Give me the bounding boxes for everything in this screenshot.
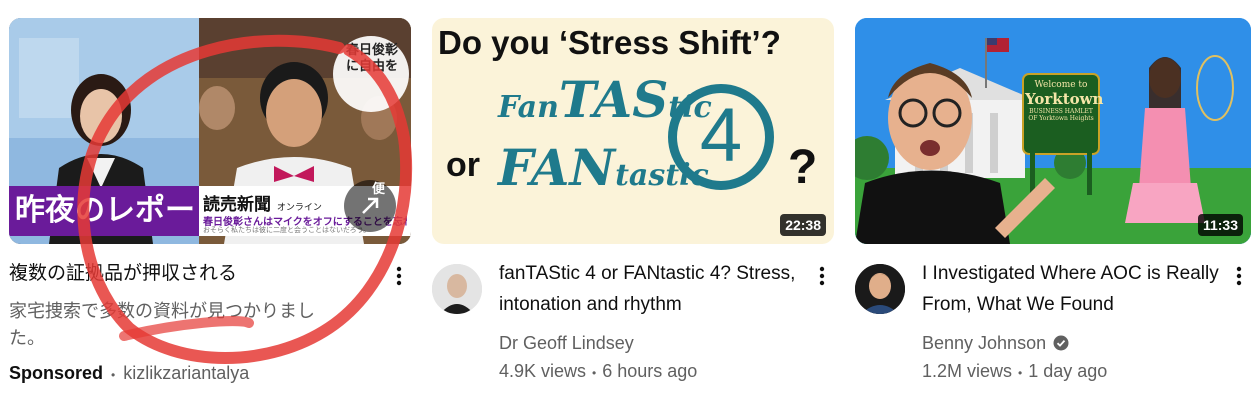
separator-dot: • xyxy=(592,366,597,380)
ad-open-link-button[interactable]: 便 xyxy=(344,180,396,232)
separator-dot: • xyxy=(1018,366,1023,380)
avatar-image xyxy=(432,264,482,314)
video-card[interactable]: Welcome to Yorktown BUSINESS HAMLET OF Y… xyxy=(855,18,1251,398)
thumb-word-or: or xyxy=(446,146,480,184)
channel-avatar[interactable] xyxy=(855,264,905,314)
more-actions-button[interactable] xyxy=(387,264,411,288)
open-in-new-icon xyxy=(362,197,379,214)
upload-age: 1 day ago xyxy=(1028,361,1108,381)
ad-thumbnail[interactable]: 春日俊彰に自由を 昨夜のレポー 読売新聞 オンライン 春日俊彰さんはマイクをオフ… xyxy=(9,18,411,244)
ad-thumb-news-logo: 読売新聞 xyxy=(203,195,271,215)
ad-title[interactable]: 複数の証拠品が押収される xyxy=(9,258,379,289)
video-stats: 1.2M views • 1 day ago xyxy=(922,357,1107,387)
sign-sub: BUSINESS HAMLET OF Yorktown Heights xyxy=(1028,108,1094,122)
thumb-number: 4 xyxy=(699,93,743,178)
kebab-menu-icon xyxy=(1236,266,1242,286)
video-thumbnail[interactable]: Do you ‘Stress Shift’? FanTAStic or FANt… xyxy=(432,18,834,244)
avatar-image xyxy=(855,264,905,314)
channel-name[interactable]: Dr Geoff Lindsey xyxy=(499,329,634,357)
ad-thumb-headline: 昨夜のレポー xyxy=(9,186,199,236)
video-title[interactable]: I Investigated Where AOC is Really From,… xyxy=(922,258,1222,320)
ad-thumb-button-text: 便 xyxy=(372,181,386,196)
sign-top: Welcome to xyxy=(1034,80,1088,90)
thumb-headline: Do you ‘Stress Shift’? xyxy=(438,24,781,61)
view-count: 1.2M views xyxy=(922,361,1013,381)
channel-avatar[interactable] xyxy=(432,264,482,314)
channel-line: Benny Johnson xyxy=(922,329,1069,357)
separator-dot: • xyxy=(111,368,116,382)
ad-card[interactable]: 春日俊彰に自由を 昨夜のレポー 読売新聞 オンライン 春日俊彰さんはマイクをオフ… xyxy=(9,18,413,398)
video-duration: 22:38 xyxy=(780,214,826,236)
ad-sponsor-line: Sponsored • kizlikzariantalya xyxy=(9,359,249,389)
kebab-menu-icon xyxy=(396,266,402,286)
advertiser-name[interactable]: kizlikzariantalya xyxy=(123,363,249,383)
more-actions-button[interactable] xyxy=(810,264,834,288)
video-thumbnail-art xyxy=(855,18,1251,244)
video-duration: 11:33 xyxy=(1197,214,1243,236)
ad-thumb-corner-text: 春日俊彰に自由を xyxy=(345,42,398,73)
thumb-number-circle: 4 xyxy=(668,84,774,190)
video-card[interactable]: Do you ‘Stress Shift’? FanTAStic or FANt… xyxy=(432,18,834,398)
sign-main: Yorktown xyxy=(1025,90,1104,108)
view-count: 4.9K views xyxy=(499,361,587,381)
kebab-menu-icon xyxy=(819,266,825,286)
ad-thumb-news-sub: オンライン xyxy=(276,203,322,213)
video-title[interactable]: fanTAStic 4 or FANtastic 4? Stress, into… xyxy=(499,258,809,320)
thumb-sign-text: Welcome to Yorktown BUSINESS HAMLET OF Y… xyxy=(1025,80,1104,122)
more-actions-button[interactable] xyxy=(1227,264,1251,288)
verified-badge-icon xyxy=(1053,335,1069,351)
video-stats: 4.9K views • 6 hours ago xyxy=(499,357,697,387)
video-thumbnail[interactable]: Welcome to Yorktown BUSINESS HAMLET OF Y… xyxy=(855,18,1251,244)
thumb-question-mark: ? xyxy=(788,141,818,194)
ad-description: 家宅捜索で多数の資料が見つかりました。 xyxy=(9,301,315,348)
sponsored-label: Sponsored xyxy=(9,363,104,383)
channel-name[interactable]: Benny Johnson xyxy=(922,333,1046,353)
upload-age: 6 hours ago xyxy=(602,361,698,381)
